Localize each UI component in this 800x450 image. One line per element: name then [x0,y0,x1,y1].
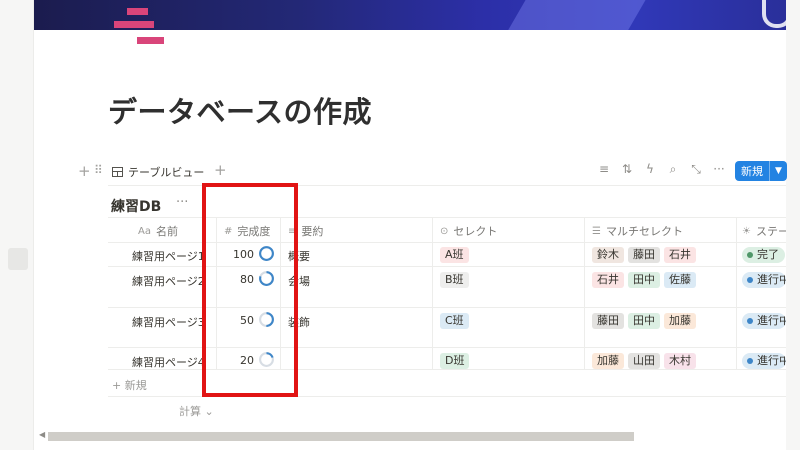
status-dot-icon [747,252,753,258]
database-title[interactable]: 練習DB [111,196,161,216]
column-header-status[interactable]: ☀ ステータス [742,221,786,241]
cover-light-beam [496,0,652,30]
row-name[interactable]: 練習用ページ4 [132,354,205,370]
column-header-select[interactable]: ⊙ セレクト [440,221,497,241]
status-label: 進行中 [757,314,786,327]
status-label: 進行中 [757,273,786,286]
column-header-label: マルチセレクト [605,225,683,238]
person-tag[interactable]: 加藤 [664,313,696,329]
plus-icon: + [112,379,125,392]
person-tag[interactable]: 木村 [664,353,696,369]
person-tag[interactable]: 石井 [592,272,624,288]
tab-table-view[interactable]: テーブルビュー [112,163,204,181]
status-dot-icon [747,277,753,283]
person-tag[interactable]: 佐藤 [664,272,696,288]
select-tag[interactable]: A班 [440,247,469,263]
status-label: 完了 [757,248,779,261]
view-tab-label: テーブルビュー [128,166,205,179]
column-header-label: ステータス [755,225,786,238]
highlight-annotation-box [202,183,298,397]
new-button-label: 新規 [741,165,763,178]
column-header-label: セレクト [453,225,498,238]
page-title[interactable]: データベースの作成 [108,89,372,131]
calculate-button[interactable]: 計算 ⌄ [179,403,214,419]
status-badge[interactable]: 進行中 [742,353,786,369]
person-tag[interactable]: 藤田 [628,247,660,263]
add-block-icon[interactable]: + [78,162,91,180]
status-badge[interactable]: 進行中 [742,272,786,288]
filter-icon[interactable]: ≡ [596,162,612,176]
right-edge-strip [786,0,800,450]
person-tag[interactable]: 山田 [628,353,660,369]
list-type-icon: ☰ [592,225,601,237]
add-row-label: 新規 [124,379,147,392]
sort-icon[interactable]: ⇅ [619,162,635,176]
cover-logo-mark [762,0,786,28]
new-button[interactable]: 新規 ▼ [735,161,787,181]
status-type-icon: ☀ [742,225,751,237]
table-icon [112,167,123,177]
status-badge[interactable]: 完了 [742,247,785,263]
column-header-name[interactable]: Aa 名前 [138,221,178,241]
status-dot-icon [747,358,753,364]
left-sidebar-strip [0,0,34,450]
row-name[interactable]: 練習用ページ2 [132,273,205,289]
expand-icon[interactable]: ⤡ [688,162,704,177]
select-type-icon: ⊙ [440,225,449,237]
person-tag[interactable]: 加藤 [592,353,624,369]
lightning-icon[interactable]: ϟ [642,162,658,176]
person-tag[interactable]: 田中 [628,272,660,288]
scrollbar-thumb[interactable] [48,432,634,441]
add-row-button[interactable]: + 新規 [112,377,147,393]
person-tag[interactable]: 藤田 [592,313,624,329]
scroll-left-icon[interactable]: ◀ [39,430,45,439]
database-more-icon[interactable]: ··· [176,195,188,210]
status-dot-icon [747,318,753,324]
person-tag[interactable]: 鈴木 [592,247,624,263]
text-type-icon: Aa [138,225,151,237]
calc-label: 計算 [179,405,201,418]
database-toolbar: + ⠿ テーブルビュー + ≡ ⇅ ϟ ⌕ ⤡ ··· 新規 ▼ [76,160,787,182]
column-header-multiselect[interactable]: ☰ マルチセレクト [592,221,683,241]
select-tag[interactable]: B班 [440,272,469,288]
row-name[interactable]: 練習用ページ3 [132,314,205,330]
status-label: 進行中 [757,354,786,367]
person-tag[interactable]: 田中 [628,313,660,329]
column-header-label: 名前 [155,225,178,238]
more-icon[interactable]: ··· [711,162,727,176]
horizontal-scrollbar[interactable]: ◀ [34,430,786,442]
person-tag[interactable]: 石井 [664,247,696,263]
status-badge[interactable]: 進行中 [742,313,786,329]
column-header-label: 要約 [301,225,324,238]
select-tag[interactable]: C班 [440,313,469,329]
select-tag[interactable]: D班 [440,353,470,369]
drag-handle-icon[interactable]: ⠿ [94,163,103,177]
chevron-down-icon: ⌄ [201,405,214,418]
sidebar-handle[interactable] [8,248,28,270]
search-icon[interactable]: ⌕ [665,162,681,177]
row-name[interactable]: 練習用ページ1 [132,248,205,264]
add-view-icon[interactable]: + [214,161,227,179]
chevron-down-icon[interactable]: ▼ [769,161,787,181]
page-icon[interactable] [114,6,166,50]
